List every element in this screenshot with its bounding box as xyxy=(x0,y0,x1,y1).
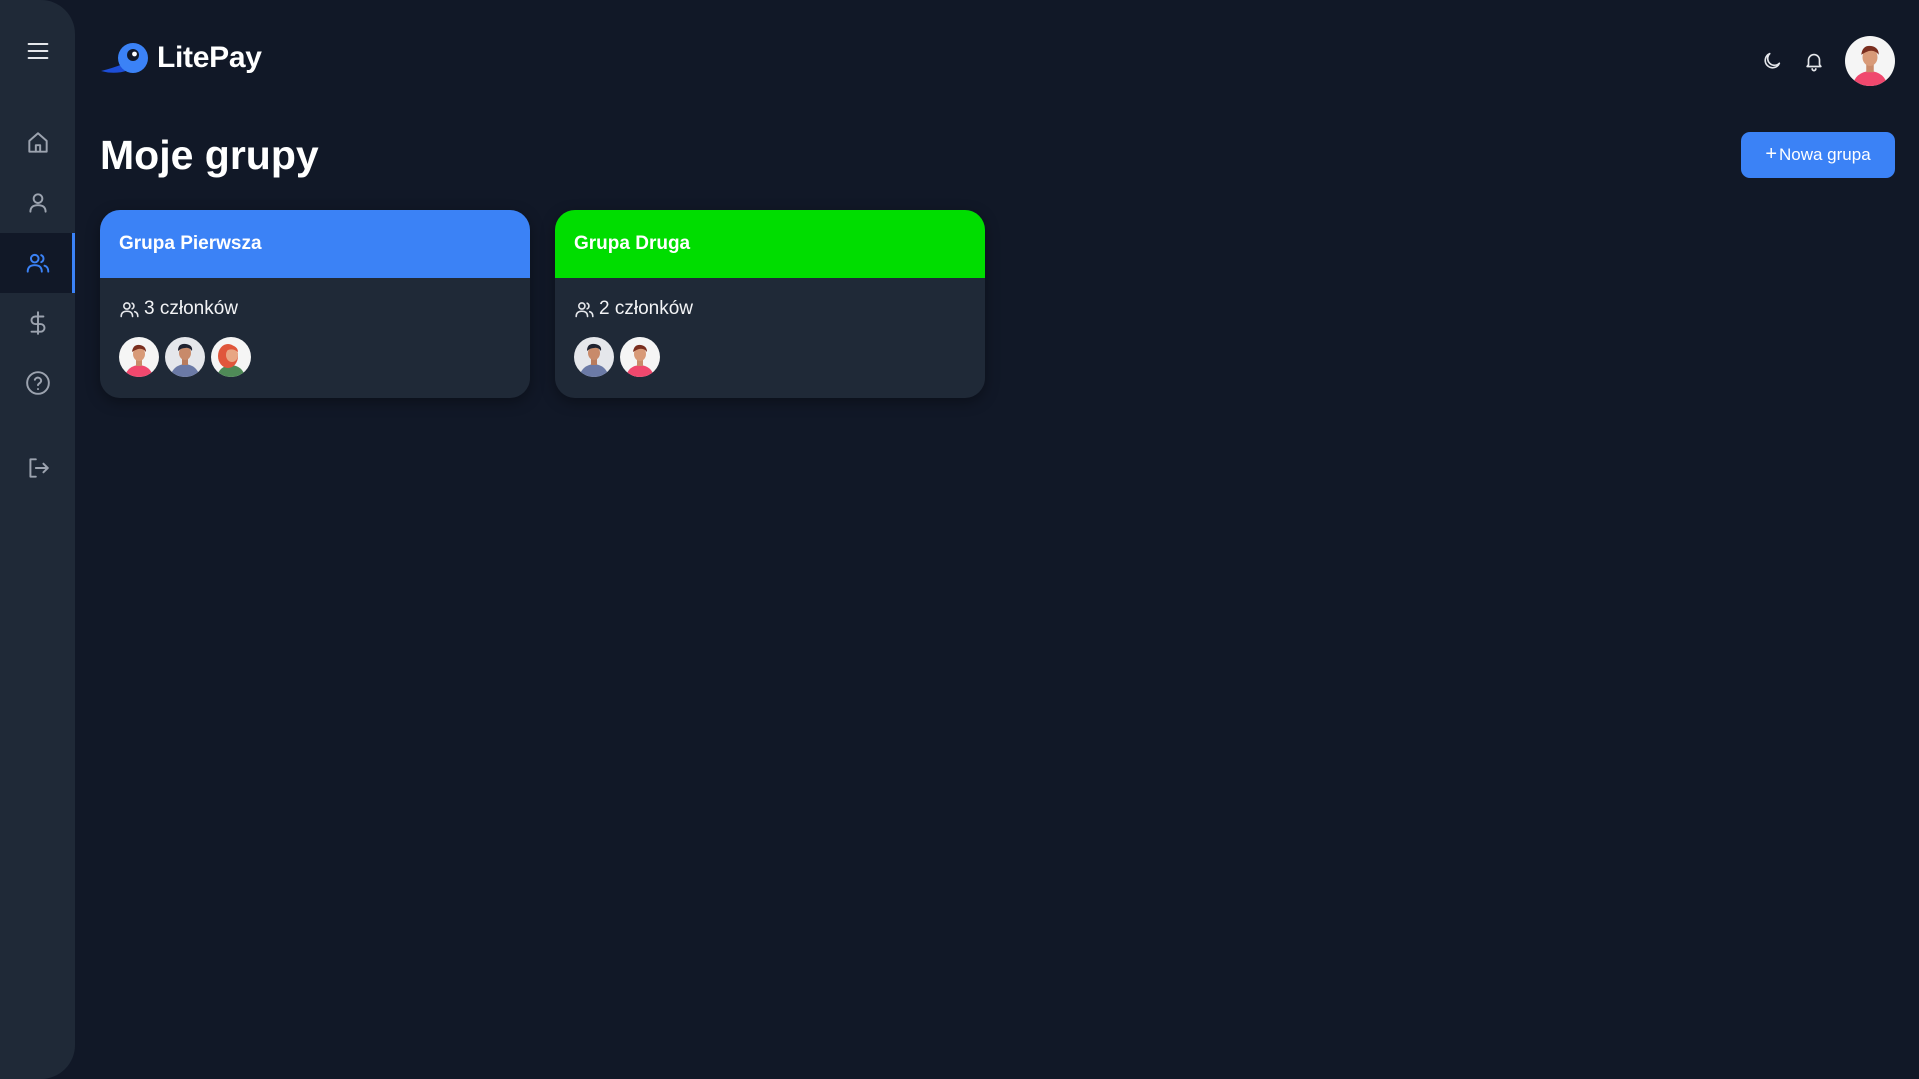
members-label: 3 członków xyxy=(144,298,238,319)
litepay-logo-icon xyxy=(101,43,148,73)
user-avatar[interactable] xyxy=(1845,36,1895,86)
theme-toggle-button[interactable] xyxy=(1751,36,1793,86)
home-icon xyxy=(27,132,48,153)
dollar-icon xyxy=(30,311,45,335)
logout-icon xyxy=(28,458,49,478)
notifications-button[interactable] xyxy=(1793,36,1835,86)
sidebar xyxy=(0,0,75,1079)
members-label: 2 członków xyxy=(599,298,693,319)
users-icon xyxy=(26,253,49,273)
sidebar-item-payments[interactable] xyxy=(0,293,75,353)
users-icon xyxy=(120,301,139,317)
sidebar-item-help[interactable] xyxy=(0,353,75,413)
members-count: 2 członków xyxy=(574,298,966,320)
group-card-header: Grupa Druga xyxy=(555,210,985,278)
member-avatars xyxy=(574,337,966,377)
user-icon xyxy=(28,193,47,213)
sidebar-item-profile[interactable] xyxy=(0,173,75,233)
plus-icon: + xyxy=(1765,143,1777,165)
help-circle-icon xyxy=(25,371,50,395)
member-avatar xyxy=(211,337,251,377)
bell-icon xyxy=(1806,53,1822,72)
users-icon xyxy=(575,301,594,317)
header-actions xyxy=(1751,36,1895,86)
group-card[interactable]: Grupa Druga 2 członków xyxy=(555,210,985,398)
member-avatar xyxy=(165,337,205,377)
moon-icon xyxy=(1764,52,1781,69)
brand-name: LitePay xyxy=(157,41,262,74)
page-title: Moje grupy xyxy=(100,132,319,178)
sidebar-item-logout[interactable] xyxy=(0,438,75,498)
hamburger-menu-icon[interactable] xyxy=(0,21,75,81)
member-avatar xyxy=(620,337,660,377)
member-avatars xyxy=(119,337,511,377)
members-count: 3 członków xyxy=(119,298,511,320)
new-group-button[interactable]: + Nowa grupa xyxy=(1741,132,1895,178)
new-group-label: Nowa grupa xyxy=(1779,145,1871,164)
group-card-header: Grupa Pierwsza xyxy=(100,210,530,278)
member-avatar xyxy=(574,337,614,377)
group-card[interactable]: Grupa Pierwsza 3 członków xyxy=(100,210,530,398)
sidebar-item-groups[interactable] xyxy=(0,233,75,293)
sidebar-item-home[interactable] xyxy=(0,113,75,173)
member-avatar xyxy=(119,337,159,377)
brand-logo[interactable]: LitePay xyxy=(99,38,262,78)
